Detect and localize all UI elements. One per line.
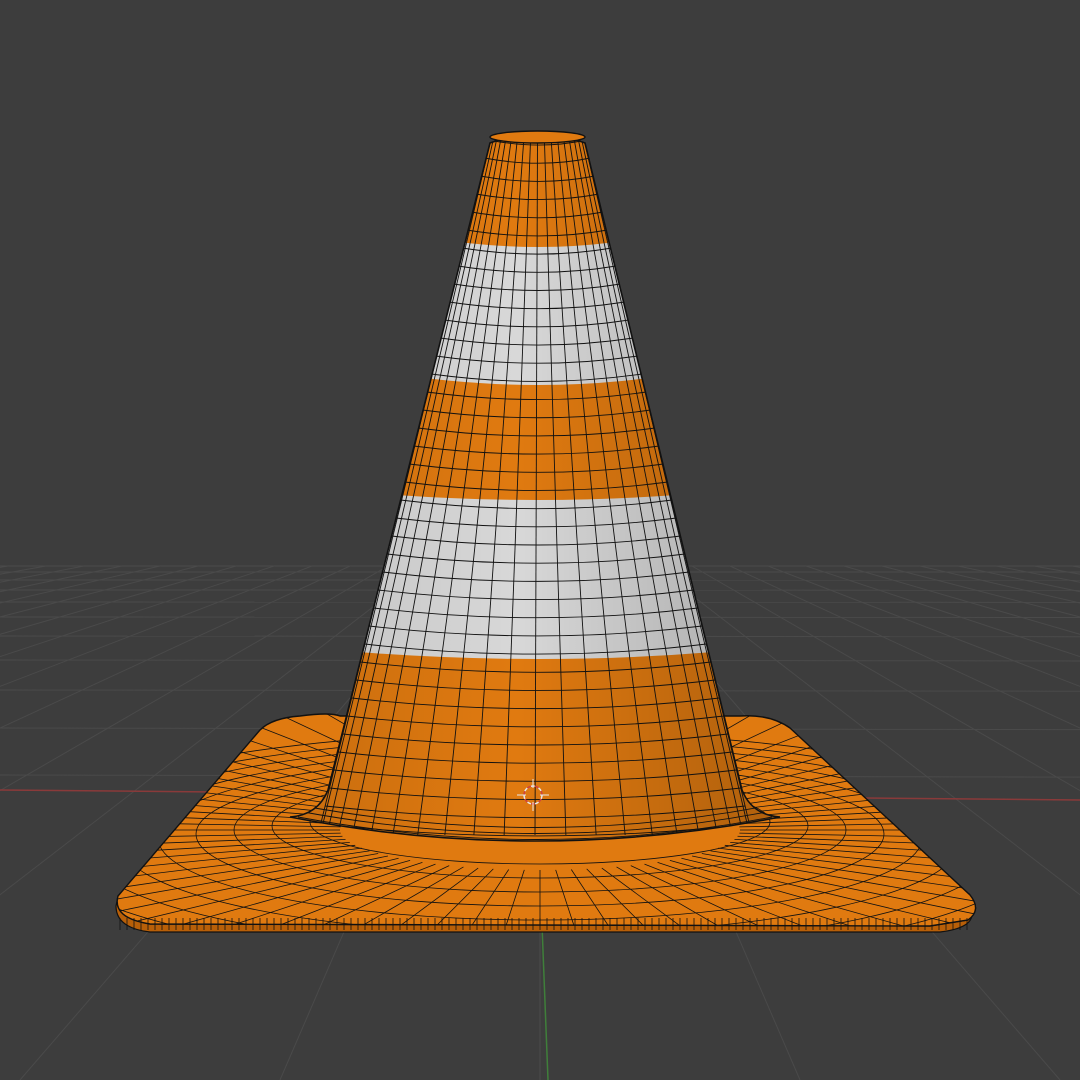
- 3d-viewport[interactable]: [0, 0, 1080, 1080]
- cone-top-cap: [489, 130, 586, 144]
- viewport-scene[interactable]: [0, 0, 1080, 1080]
